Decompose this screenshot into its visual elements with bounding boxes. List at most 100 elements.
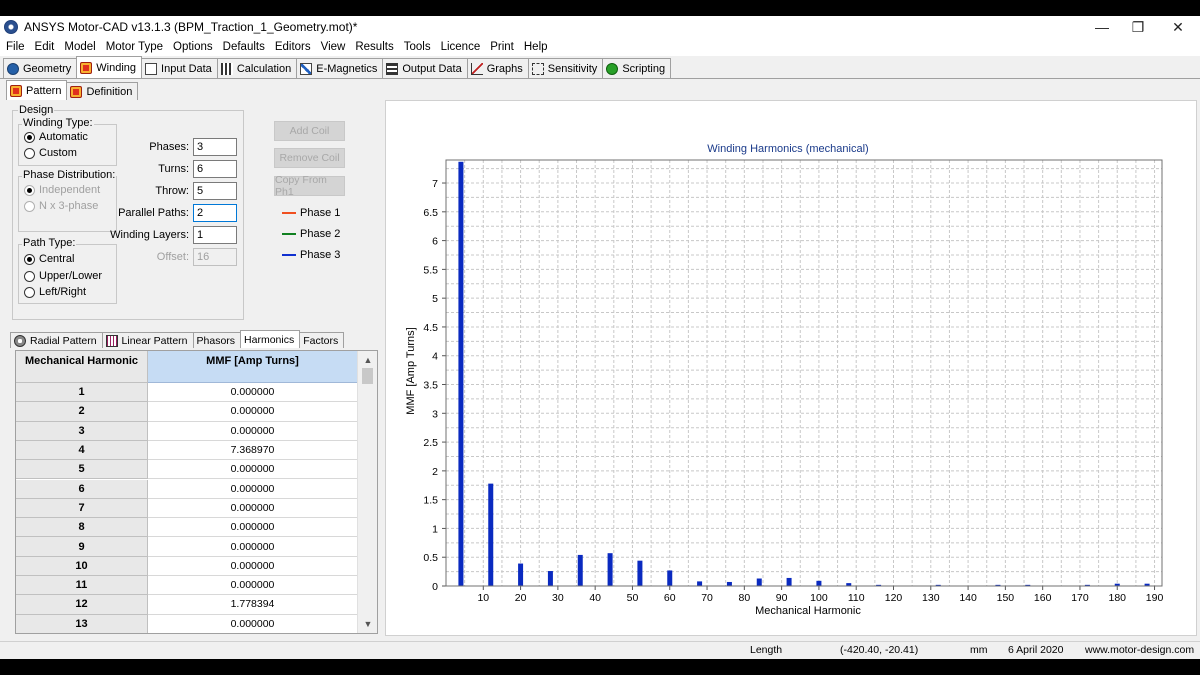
mmf-value-cell[interactable]: 0.000000 — [148, 383, 357, 403]
chart-bar — [547, 571, 553, 586]
grid-scrollbar[interactable]: ▲ ▼ — [357, 351, 377, 633]
header-mmf[interactable]: MMF [Amp Turns] — [148, 351, 357, 383]
menu-defaults[interactable]: Defaults — [223, 41, 265, 53]
x-tick-label: 180 — [1108, 592, 1126, 604]
tab-scripting[interactable]: Scripting — [602, 58, 672, 78]
radio-left-right[interactable]: Left/Right — [24, 286, 86, 298]
close-button[interactable]: ✕ — [1158, 16, 1198, 38]
tab-phasors[interactable]: Phasors — [192, 332, 242, 348]
tab-calculation[interactable]: Calculation — [216, 58, 298, 78]
scroll-up-icon[interactable]: ▲ — [358, 352, 377, 368]
tab-winding[interactable]: Winding — [76, 56, 143, 78]
table-row[interactable]: 1 0.000000 — [16, 383, 357, 403]
chart-bar — [518, 563, 524, 586]
throw-input[interactable]: 5 — [193, 182, 237, 200]
tab-geometry[interactable]: Geometry — [3, 58, 78, 78]
status-date: 6 April 2020 — [1008, 644, 1064, 656]
input-data-icon — [145, 62, 158, 75]
header-mechanical-harmonic[interactable]: Mechanical Harmonic — [16, 351, 148, 383]
chart-bar — [488, 483, 494, 586]
table-row[interactable]: 3 0.000000 — [16, 421, 357, 441]
radio-central[interactable]: Central — [24, 253, 74, 265]
radio-upper-lower[interactable]: Upper/Lower — [24, 270, 102, 282]
y-tick-label: 4 — [432, 351, 438, 363]
mmf-value-cell[interactable]: 0.000000 — [148, 518, 357, 538]
table-row[interactable]: 2 0.000000 — [16, 402, 357, 422]
table-row[interactable]: 7 0.000000 — [16, 498, 357, 519]
menu-editors[interactable]: Editors — [275, 41, 311, 53]
harmonic-number-cell: 2 — [16, 402, 148, 422]
tab-pattern[interactable]: Pattern — [6, 80, 68, 100]
chart-bar — [816, 580, 822, 586]
title-bar: ANSYS Motor-CAD v13.1.3 (BPM_Traction_1_… — [0, 16, 1200, 38]
tab-harmonics[interactable]: Harmonics — [240, 330, 301, 348]
menu-print[interactable]: Print — [490, 41, 514, 53]
restore-button[interactable]: ❐ — [1118, 16, 1158, 38]
mmf-value-cell[interactable]: 1.778394 — [148, 595, 357, 615]
scroll-down-icon[interactable]: ▼ — [358, 616, 377, 632]
menu-edit[interactable]: Edit — [35, 41, 55, 53]
x-tick-label: 90 — [776, 592, 788, 604]
scripting-icon — [606, 62, 619, 75]
tab-linear-pattern[interactable]: Linear Pattern — [101, 332, 194, 348]
menu-licence[interactable]: Licence — [441, 41, 481, 53]
menu-view[interactable]: View — [321, 41, 346, 53]
mmf-value-cell[interactable]: 0.000000 — [148, 556, 357, 576]
remove-coil-button[interactable]: Remove Coil — [274, 148, 345, 168]
menu-tools[interactable]: Tools — [404, 41, 431, 53]
mmf-value-cell[interactable]: 0.000000 — [148, 479, 357, 499]
harmonic-number-cell: 12 — [16, 595, 148, 615]
mmf-value-cell[interactable]: 0.000000 — [148, 421, 357, 441]
table-row[interactable]: 11 0.000000 — [16, 576, 357, 596]
phase-1-legend: Phase 1 — [282, 207, 340, 219]
table-row[interactable]: 8 0.000000 — [16, 518, 357, 538]
table-row[interactable]: 5 0.000000 — [16, 460, 357, 480]
mmf-value-cell[interactable]: 0.000000 — [148, 614, 357, 633]
table-row[interactable]: 13 0.000000 — [16, 614, 357, 633]
phases-input[interactable]: 3 — [193, 138, 237, 156]
tab-output-data[interactable]: Output Data — [382, 58, 468, 78]
winding-layers-input[interactable]: 1 — [193, 226, 237, 244]
table-row[interactable]: 6 0.000000 — [16, 479, 357, 499]
menu-results[interactable]: Results — [355, 41, 393, 53]
table-row[interactable]: 9 0.000000 — [16, 537, 357, 557]
phase-2-swatch — [282, 233, 296, 235]
radio-n-x-3-phase[interactable]: N x 3-phase — [24, 200, 98, 212]
table-row[interactable]: 4 7.368970 — [16, 440, 357, 461]
menu-options[interactable]: Options — [173, 41, 213, 53]
tab-factors[interactable]: Factors — [299, 332, 345, 348]
tab-sensitivity[interactable]: Sensitivity — [527, 58, 604, 78]
menu-motor-type[interactable]: Motor Type — [106, 41, 163, 53]
menu-help[interactable]: Help — [524, 41, 548, 53]
table-row[interactable]: 12 1.778394 — [16, 595, 357, 615]
tab-graphs[interactable]: Graphs — [466, 58, 529, 78]
parallel-paths-input[interactable]: 2 — [193, 204, 237, 222]
mmf-value-cell[interactable]: 0.000000 — [148, 402, 357, 422]
tab-e-magnetics[interactable]: E-Magnetics — [296, 58, 384, 78]
radio-custom[interactable]: Custom — [24, 147, 77, 159]
radio-independent[interactable]: Independent — [24, 184, 100, 196]
add-coil-button[interactable]: Add Coil — [274, 121, 345, 141]
mmf-value-cell[interactable]: 0.000000 — [148, 576, 357, 596]
mmf-value-cell[interactable]: 0.000000 — [148, 460, 357, 480]
y-tick-label: 3 — [432, 408, 438, 420]
copy-from-ph1-button[interactable]: Copy From Ph1 — [274, 174, 345, 198]
app-window: ANSYS Motor-CAD v13.1.3 (BPM_Traction_1_… — [0, 16, 1200, 659]
tab-radial-pattern[interactable]: Radial Pattern — [10, 332, 103, 348]
radio-automatic[interactable]: Automatic — [24, 131, 88, 143]
menu-model[interactable]: Model — [64, 41, 95, 53]
tab-input-data[interactable]: Input Data — [141, 58, 218, 78]
scroll-thumb[interactable] — [362, 368, 373, 384]
mmf-value-cell[interactable]: 0.000000 — [148, 537, 357, 557]
tab-definition[interactable]: Definition — [66, 82, 139, 100]
menu-file[interactable]: File — [6, 41, 25, 53]
table-row[interactable]: 10 0.000000 — [16, 556, 357, 576]
offset-input[interactable]: 16 — [193, 248, 237, 266]
chart-bar — [786, 577, 792, 586]
radial-pattern-icon — [14, 334, 26, 347]
mmf-value-cell[interactable]: 7.368970 — [148, 440, 357, 461]
minimize-button[interactable]: — — [1082, 16, 1122, 38]
turns-input[interactable]: 6 — [193, 160, 237, 178]
mmf-value-cell[interactable]: 0.000000 — [148, 498, 357, 519]
phase-3-legend: Phase 3 — [282, 249, 340, 261]
